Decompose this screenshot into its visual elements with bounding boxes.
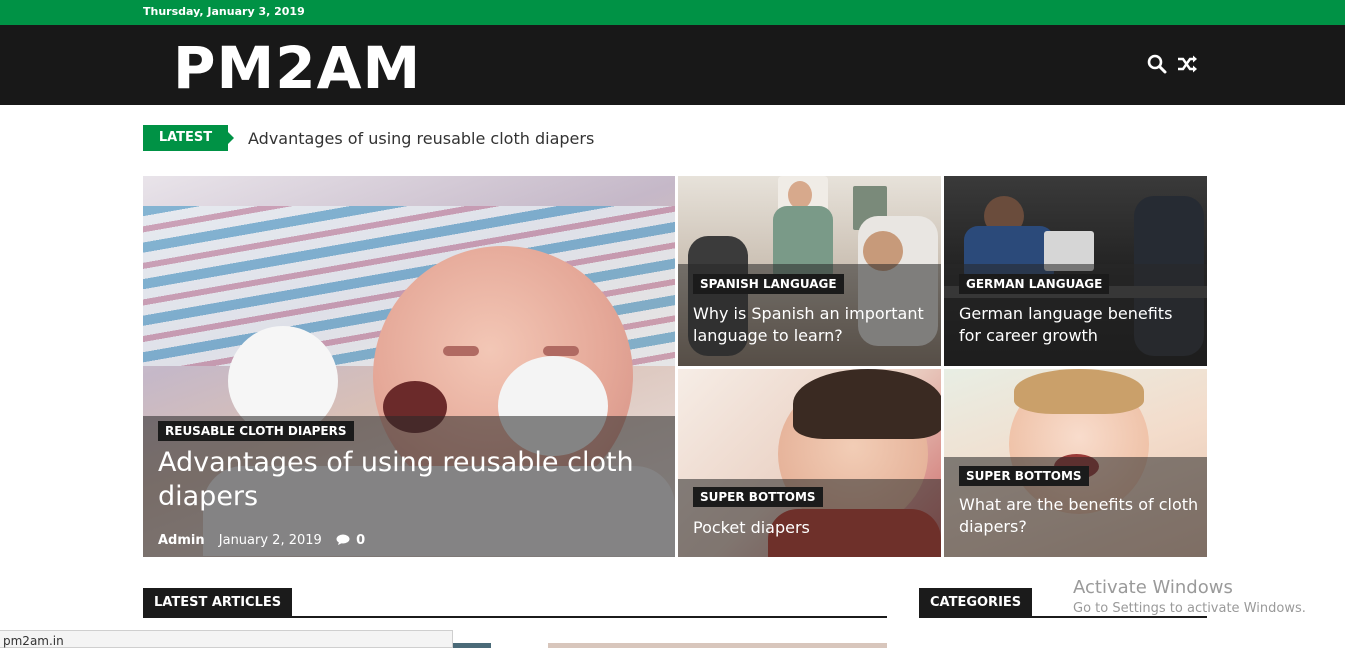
category-badge[interactable]: SUPER BOTTOMS bbox=[959, 466, 1089, 486]
current-date: Thursday, January 3, 2019 bbox=[143, 5, 305, 18]
featured-post-4[interactable]: SUPER BOTTOMS What are the benefits of c… bbox=[944, 369, 1207, 557]
featured-post-1[interactable]: SPANISH LANGUAGE Why is Spanish an impor… bbox=[678, 176, 941, 366]
category-badge[interactable]: REUSABLE CLOTH DIAPERS bbox=[158, 421, 354, 441]
featured-post-3-title[interactable]: Pocket diapers bbox=[693, 517, 933, 539]
featured-post-1-title[interactable]: Why is Spanish an important language to … bbox=[693, 303, 933, 347]
shuffle-icon[interactable] bbox=[1176, 53, 1198, 75]
section-title: CATEGORIES bbox=[919, 588, 1033, 618]
category-badge[interactable]: GERMAN LANGUAGE bbox=[959, 274, 1110, 294]
search-icon[interactable] bbox=[1146, 53, 1168, 75]
watermark-line-2: Go to Settings to activate Windows. bbox=[1073, 601, 1306, 616]
featured-post-2[interactable]: GERMAN LANGUAGE German language benefits… bbox=[944, 176, 1207, 366]
watermark-line-1: Activate Windows bbox=[1073, 577, 1233, 598]
post-meta: Admin January 2, 2019 0 bbox=[158, 533, 365, 548]
ticker-tag: LATEST bbox=[143, 125, 234, 151]
latest-article-thumb[interactable] bbox=[548, 643, 887, 648]
featured-main-post[interactable]: REUSABLE CLOTH DIAPERS Advantages of usi… bbox=[143, 176, 675, 557]
browser-status-bar: pm2am.in bbox=[0, 630, 453, 648]
section-title: LATEST ARTICLES bbox=[143, 588, 293, 618]
category-badge[interactable]: SUPER BOTTOMS bbox=[693, 487, 823, 507]
windows-activation-watermark: Activate Windows Go to Settings to activ… bbox=[1073, 577, 1306, 616]
post-date: January 2, 2019 bbox=[218, 533, 322, 548]
comment-icon bbox=[336, 534, 350, 545]
comment-count[interactable]: 0 bbox=[356, 533, 365, 548]
featured-main-title[interactable]: Advantages of using reusable cloth diape… bbox=[158, 446, 638, 514]
category-badge[interactable]: SPANISH LANGUAGE bbox=[693, 274, 844, 294]
site-header: PM2AM bbox=[0, 25, 1345, 105]
featured-post-4-title[interactable]: What are the benefits of cloth diapers? bbox=[959, 494, 1199, 538]
latest-articles-heading: LATEST ARTICLES bbox=[143, 588, 887, 618]
status-url: pm2am.in bbox=[3, 634, 64, 648]
site-logo[interactable]: PM2AM bbox=[173, 39, 421, 97]
post-author[interactable]: Admin bbox=[158, 533, 205, 548]
ticker-headline-link[interactable]: Advantages of using reusable cloth diape… bbox=[248, 129, 594, 148]
featured-post-2-title[interactable]: German language benefits for career grow… bbox=[959, 303, 1199, 347]
top-bar: Thursday, January 3, 2019 bbox=[0, 0, 1345, 25]
featured-post-3[interactable]: SUPER BOTTOMS Pocket diapers bbox=[678, 369, 941, 557]
